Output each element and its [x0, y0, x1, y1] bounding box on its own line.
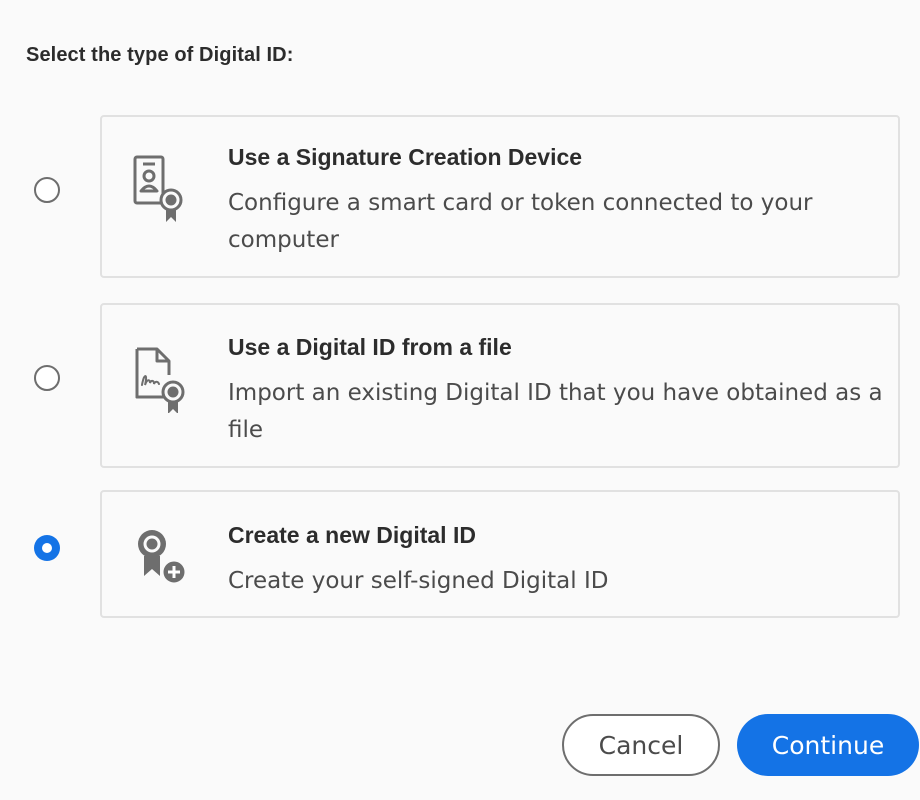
digital-id-dialog: Select the type of Digital ID: Use a Sig… [0, 0, 920, 800]
option-title: Use a Signature Creation Device [228, 144, 583, 170]
radio-digital-id-file[interactable] [34, 365, 60, 391]
radio-signature-device[interactable] [34, 177, 60, 203]
option-description: Import an existing Digital ID that you h… [228, 380, 883, 443]
continue-button[interactable]: Continue [737, 714, 919, 776]
radio-create-digital-id[interactable] [34, 535, 60, 561]
option-description: Configure a smart card or token connecte… [228, 190, 813, 253]
dialog-heading: Select the type of Digital ID: [26, 44, 294, 66]
signature-device-icon [130, 152, 194, 222]
create-digital-id-icon [130, 520, 194, 590]
option-description: Create your self-signed Digital ID [228, 568, 609, 594]
option-card-create-digital-id[interactable]: Create a new Digital ID Create your self… [100, 490, 900, 618]
cancel-button[interactable]: Cancel [562, 714, 720, 776]
option-title: Create a new Digital ID [228, 522, 476, 548]
option-card-digital-id-file[interactable]: Use a Digital ID from a file Import an e… [100, 303, 900, 468]
option-title: Use a Digital ID from a file [228, 334, 512, 360]
certificate-file-icon [130, 343, 194, 414]
option-card-signature-device[interactable]: Use a Signature Creation Device Configur… [100, 115, 900, 278]
